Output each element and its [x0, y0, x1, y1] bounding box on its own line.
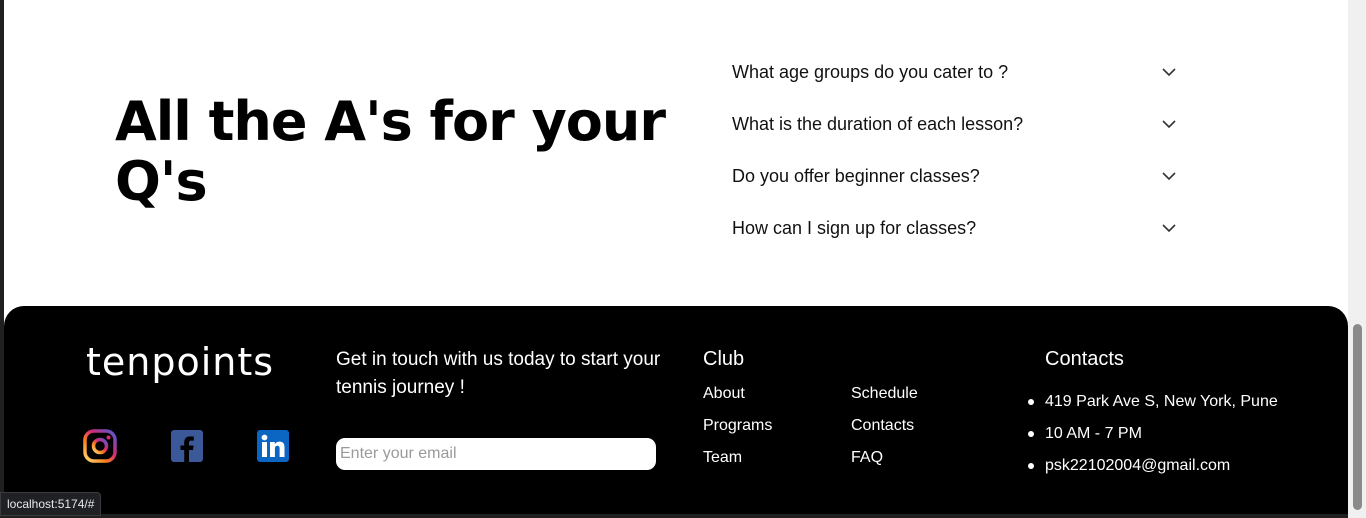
faq-item-lesson-duration[interactable]: What is the duration of each lesson?: [732, 98, 1182, 150]
chevron-down-icon: [1162, 68, 1176, 77]
contact-email-text: psk22102004@gmail.com: [1045, 457, 1231, 474]
chevron-down-icon: [1162, 224, 1176, 233]
contacts-list: 419 Park Ave S, New York, Pune 10 AM - 7…: [1028, 386, 1278, 482]
email-input[interactable]: [336, 438, 656, 470]
footer-link-schedule[interactable]: Schedule: [851, 385, 918, 403]
contact-address-text: 419 Park Ave S, New York, Pune: [1045, 393, 1278, 410]
faq-heading: All the A's for your Q's: [115, 90, 666, 213]
faq-item-beginner-classes[interactable]: Do you offer beginner classes?: [732, 150, 1182, 202]
contact-address: 419 Park Ave S, New York, Pune: [1028, 386, 1278, 418]
footer-link-about[interactable]: About: [703, 385, 745, 403]
contact-hours-text: 10 AM - 7 PM: [1045, 425, 1142, 442]
tenpoints-logo[interactable]: tenpoints: [86, 340, 274, 384]
footer-cta-text: Get in touch with us today to start your…: [336, 349, 661, 398]
footer-link-contacts[interactable]: Contacts: [851, 417, 914, 435]
footer-link-programs[interactable]: Programs: [703, 417, 772, 435]
faq-question: How can I sign up for classes?: [732, 217, 977, 238]
faq-question: Do you offer beginner classes?: [732, 165, 980, 186]
contact-hours: 10 AM - 7 PM: [1028, 418, 1278, 450]
faq-question: What is the duration of each lesson?: [732, 113, 1024, 134]
contact-email[interactable]: psk22102004@gmail.com: [1028, 450, 1278, 482]
instagram-icon[interactable]: [83, 429, 117, 463]
faq-item-sign-up[interactable]: How can I sign up for classes?: [732, 202, 1182, 254]
faq-item-age-groups[interactable]: What age groups do you cater to ?: [732, 46, 1182, 98]
faq-list: What age groups do you cater to ? What i…: [732, 46, 1182, 254]
footer-link-faq[interactable]: FAQ: [851, 449, 883, 467]
window-bottom-edge: [0, 514, 1348, 518]
chevron-down-icon: [1162, 172, 1176, 181]
bullet-icon: [1028, 399, 1034, 405]
contacts-title: Contacts: [1045, 348, 1124, 370]
footer-link-team[interactable]: Team: [703, 449, 742, 467]
scrollbar-thumb[interactable]: [1353, 324, 1362, 510]
linkedin-icon[interactable]: [256, 429, 290, 463]
status-bar-url: localhost:5174/#: [0, 492, 102, 516]
chevron-down-icon: [1162, 120, 1176, 129]
faq-question: What age groups do you cater to ?: [732, 61, 1009, 82]
club-title: Club: [703, 348, 745, 370]
bullet-icon: [1028, 431, 1034, 437]
facebook-icon[interactable]: [170, 429, 204, 463]
bullet-icon: [1028, 463, 1034, 469]
